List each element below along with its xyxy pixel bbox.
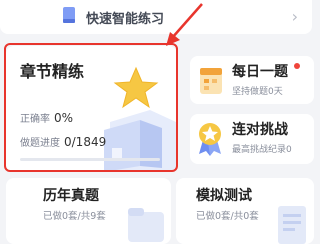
mock-test-card[interactable]: 模拟测试 已做0套/共0套 [176, 178, 314, 244]
past-exams-title: 历年真题 [43, 188, 99, 204]
chapter-3d-illustration [104, 66, 176, 172]
notification-dot [294, 63, 300, 69]
progress-row: 做题进度 0/1849 [20, 134, 106, 149]
folder-icon [128, 208, 164, 242]
book-icon [63, 7, 75, 23]
progress-value: 0/1849 [64, 135, 107, 149]
daily-question-card[interactable]: 每日一题 坚持做题0天 [190, 56, 314, 104]
chapter-practice-card[interactable]: 章节精练 正确率 0% 做题进度 0/1849 [6, 46, 177, 172]
past-exams-subtitle: 已做0套/共9套 [43, 211, 106, 222]
streak-challenge-card[interactable]: 连对挑战 最高挑战纪录0 [190, 114, 314, 164]
chevron-right-icon: › [291, 7, 298, 26]
document-icon [278, 206, 306, 244]
daily-title: 每日一题 [232, 64, 288, 80]
streak-subtitle: 最高挑战纪录0 [232, 145, 292, 155]
mock-test-title: 模拟测试 [196, 188, 252, 204]
red-arrow [166, 3, 203, 46]
medal-star-icon [199, 123, 221, 156]
accuracy-value: 0% [54, 111, 74, 125]
daily-subtitle: 坚持做题0天 [232, 87, 283, 97]
calendar-icon [200, 68, 222, 94]
progress-label: 做题进度 [20, 138, 60, 149]
past-exams-card[interactable]: 历年真题 已做0套/共9套 [6, 178, 171, 244]
streak-title: 连对挑战 [232, 122, 288, 138]
accuracy-label: 正确率 [20, 114, 50, 125]
accuracy-row: 正确率 0% [20, 110, 73, 125]
progress-bar [20, 158, 160, 161]
chapter-title: 章节精练 [20, 62, 85, 81]
mock-test-subtitle: 已做0套/共0套 [196, 211, 259, 222]
